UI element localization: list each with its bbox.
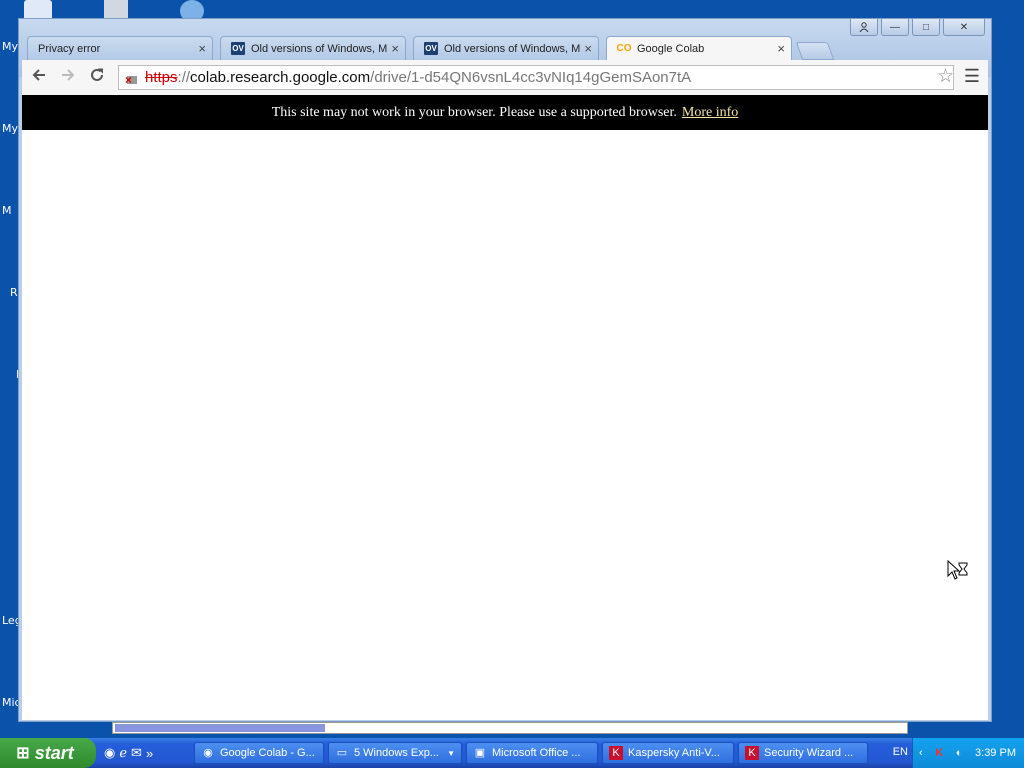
task-label: 5 Windows Exp... [354, 747, 439, 759]
tab-old-versions-2[interactable]: OV Old versions of Windows, Ma × [413, 36, 599, 60]
tab-close-button[interactable]: × [391, 41, 399, 56]
tab-close-button[interactable]: × [777, 41, 785, 56]
desktop-label[interactable]: My [2, 122, 18, 135]
tab-close-button[interactable]: × [198, 41, 206, 56]
clock[interactable]: 3:39 PM [975, 747, 1016, 759]
tab-label: Old versions of Windows, Ma [444, 42, 581, 55]
reload-icon [91, 68, 103, 81]
start-label: start [34, 742, 74, 763]
task-label: Kaspersky Anti-V... [628, 747, 720, 759]
maximize-button[interactable]: □ [912, 19, 940, 36]
tab-label: Privacy error [38, 42, 101, 55]
colab-icon: CO [616, 43, 632, 54]
taskbar: ⊞ start ◉ ℯ ✉ » ◉ Google Colab - G... ▭ … [0, 738, 1024, 768]
chevron-down-icon: ▼ [447, 748, 455, 758]
chrome-icon[interactable]: ◉ [104, 745, 115, 761]
tab-label: Google Colab [637, 42, 705, 55]
url-host: colab.research.google.com [190, 69, 371, 86]
oldversion-icon: OV [424, 42, 438, 55]
task-label: Microsoft Office ... [492, 747, 581, 759]
tab-old-versions-1[interactable]: OV Old versions of Windows, Ma × [220, 36, 406, 60]
kaspersky-icon: K [609, 746, 623, 760]
desktop-label[interactable]: My [2, 40, 18, 53]
ie-icon[interactable]: ℯ [119, 745, 127, 761]
forward-arrow-icon [62, 69, 75, 81]
more-info-link[interactable]: More info [682, 105, 738, 121]
minimize-button[interactable]: — [881, 19, 909, 36]
chevron-icon[interactable]: » [146, 746, 153, 761]
chrome-icon: ◉ [203, 747, 213, 759]
desktop-label[interactable]: M [2, 204, 12, 217]
messenger-icon[interactable]: ✉ [131, 745, 142, 761]
browser-window: — □ ✕ Privacy error × OV Old versions of… [18, 18, 992, 722]
task-kaspersky[interactable]: K Kaspersky Anti-V... [602, 742, 734, 764]
address-bar[interactable]: × https://colab.research.google.com/driv… [118, 65, 954, 90]
folder-icon: ▭ [336, 747, 348, 759]
close-window-button[interactable]: ✕ [943, 19, 985, 36]
forward-button[interactable] [57, 66, 79, 88]
url-path: /drive/1-d54QN6vsnL4cc3vNIq14gGemSAon7tA [370, 69, 692, 86]
window-controls: — □ ✕ [850, 19, 985, 36]
tab-close-button[interactable]: × [584, 41, 592, 56]
volume-icon[interactable]: ◐ [956, 747, 963, 759]
menu-icon[interactable]: ☰ [964, 66, 980, 87]
busy-cursor-icon [947, 560, 968, 580]
tab-privacy-error[interactable]: Privacy error × [27, 36, 213, 60]
new-tab-button[interactable] [795, 42, 835, 60]
tray-expand-icon[interactable]: ‹ [919, 747, 923, 759]
task-microsoft-office[interactable]: ▣ Microsoft Office ... [466, 742, 598, 764]
back-arrow-icon [32, 69, 45, 81]
oldversion-icon: OV [231, 42, 245, 55]
unsupported-browser-banner: This site may not work in your browser. … [22, 95, 988, 130]
task-security-wizard[interactable]: K Security Wizard ... [738, 742, 868, 764]
back-button[interactable] [28, 66, 50, 88]
kaspersky-tray-icon[interactable]: K [935, 747, 943, 759]
reload-button[interactable] [86, 66, 108, 88]
desktop-label[interactable]: R [10, 286, 18, 299]
horizontal-scrollbar[interactable] [112, 722, 908, 734]
office-icon: ▣ [474, 747, 486, 759]
bookmark-star-icon[interactable]: ☆ [937, 65, 954, 88]
browser-toolbar: × https://colab.research.google.com/driv… [22, 60, 988, 96]
url-separator: :// [177, 69, 191, 86]
task-windows-explorer[interactable]: ▭ 5 Windows Exp... ▼ [328, 742, 462, 764]
tab-strip: Privacy error × OV Old versions of Windo… [27, 36, 835, 60]
url-scheme: https [145, 69, 178, 86]
tab-google-colab[interactable]: CO Google Colab × [606, 36, 792, 60]
kaspersky-icon: K [745, 746, 759, 760]
quick-launch: ◉ ℯ ✉ » [104, 745, 194, 761]
system-tray: ‹ K ◐ 3:39 PM [912, 738, 1024, 768]
insecure-lock-icon: × [125, 71, 139, 87]
page-content [22, 130, 988, 720]
task-label: Google Colab - G... [220, 747, 315, 759]
banner-text: This site may not work in your browser. … [271, 104, 677, 120]
start-button[interactable]: ⊞ start [0, 738, 96, 768]
language-indicator[interactable]: EN [893, 746, 908, 758]
tab-label: Old versions of Windows, Ma [251, 42, 388, 55]
windows-flag-icon: ⊞ [16, 745, 30, 762]
user-icon[interactable] [850, 19, 878, 36]
scrollbar-thumb[interactable] [115, 724, 325, 732]
task-google-colab[interactable]: ◉ Google Colab - G... [194, 742, 324, 764]
task-label: Security Wizard ... [764, 747, 854, 759]
